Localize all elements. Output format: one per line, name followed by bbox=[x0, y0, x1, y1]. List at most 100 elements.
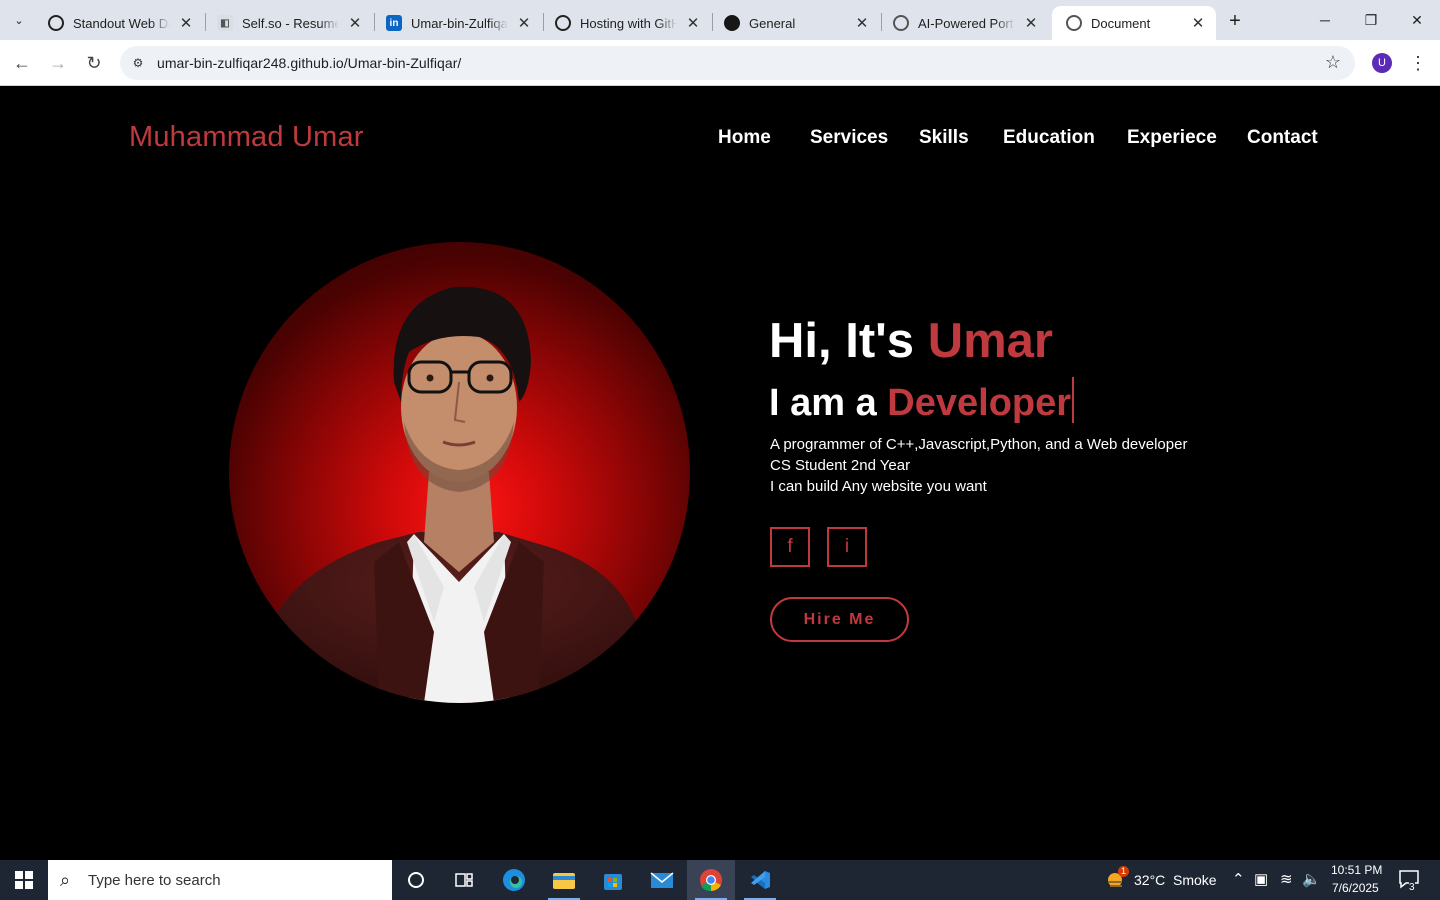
meet-now-icon[interactable]: ▣ bbox=[1254, 870, 1268, 888]
nav-home[interactable]: Home bbox=[718, 127, 771, 149]
facebook-icon: f bbox=[787, 536, 793, 557]
profile-photo bbox=[229, 242, 690, 703]
github-icon bbox=[724, 15, 740, 31]
tab-title: Standout Web Developer bbox=[73, 15, 170, 31]
chrome-icon[interactable] bbox=[687, 860, 735, 900]
instagram-link[interactable]: i bbox=[827, 527, 867, 567]
tab-ai-portfolio[interactable]: AI-Powered Portfolio ✕ bbox=[879, 6, 1049, 40]
nav-experience[interactable]: Experiece bbox=[1127, 127, 1217, 149]
selfso-icon: ◧ bbox=[217, 15, 233, 31]
task-view-icon[interactable] bbox=[440, 860, 488, 900]
tab-general[interactable]: General ✕ bbox=[710, 6, 880, 40]
close-tab-icon[interactable]: ✕ bbox=[1190, 15, 1206, 32]
cortana-icon[interactable] bbox=[392, 860, 440, 900]
instagram-icon: i bbox=[844, 536, 850, 557]
browser-menu-icon[interactable]: ⋮ bbox=[1408, 51, 1428, 75]
chevron-up-icon[interactable]: ⌃ bbox=[1232, 870, 1245, 888]
weather-badge: 1 bbox=[1118, 866, 1129, 877]
search-placeholder: Type here to search bbox=[88, 872, 221, 889]
profile-avatar[interactable]: U bbox=[1372, 53, 1392, 73]
forward-icon[interactable]: → bbox=[44, 49, 72, 77]
site-info-icon[interactable]: ⚙ bbox=[128, 53, 148, 73]
globe-icon bbox=[1066, 15, 1082, 31]
tab-title: Document bbox=[1091, 15, 1151, 31]
hero-description-line: A programmer of C++,Javascript,Python, a… bbox=[770, 436, 1188, 453]
tab-document[interactable]: Document ✕ bbox=[1052, 6, 1216, 40]
portrait-illustration bbox=[259, 286, 649, 703]
hero-description-line: I can build Any website you want bbox=[770, 478, 987, 495]
openai-icon bbox=[48, 15, 64, 31]
typing-caret bbox=[1072, 377, 1075, 423]
hero-description-line: CS Student 2nd Year bbox=[770, 457, 911, 474]
close-tab-icon[interactable]: ✕ bbox=[854, 15, 870, 32]
tab-title: Self.so - Resume to website bbox=[242, 15, 339, 31]
nav-education[interactable]: Education bbox=[1003, 127, 1095, 149]
cortana-circle-icon bbox=[408, 872, 424, 888]
search-icon: ⌕ bbox=[60, 870, 71, 890]
tab-linkedin[interactable]: in Umar-bin-Zulfiqar | LinkedIn ✕ bbox=[372, 6, 542, 40]
file-explorer-icon[interactable] bbox=[540, 860, 588, 900]
envelope-icon bbox=[650, 872, 674, 888]
nav-skills[interactable]: Skills bbox=[919, 127, 969, 149]
facebook-link[interactable]: f bbox=[770, 527, 810, 567]
tab-hosting-github-pages[interactable]: Hosting with GitHub Pages ✕ bbox=[541, 6, 711, 40]
tab-search-button[interactable]: ⌄ bbox=[6, 7, 32, 33]
vscode-icon[interactable] bbox=[736, 860, 784, 900]
minimize-icon[interactable]: ─ bbox=[1302, 0, 1348, 40]
task-view-glyph bbox=[455, 873, 473, 887]
mail-icon[interactable] bbox=[638, 860, 686, 900]
tab-strip: ⌄ Standout Web Developer ✕ ◧ Self.so - R… bbox=[0, 0, 1440, 40]
weather-temperature[interactable]: 32°C bbox=[1134, 872, 1165, 888]
tab-title: Umar-bin-Zulfiqar | LinkedIn bbox=[411, 15, 508, 31]
volume-icon[interactable]: 🔈 bbox=[1302, 870, 1321, 888]
folder-icon bbox=[553, 873, 575, 889]
tab-title: AI-Powered Portfolio bbox=[918, 15, 1015, 31]
windows-logo-icon bbox=[15, 871, 33, 889]
tab-standout-web-developer[interactable]: Standout Web Developer ✕ bbox=[34, 6, 204, 40]
close-tab-icon[interactable]: ✕ bbox=[516, 15, 532, 32]
start-button[interactable] bbox=[0, 860, 48, 900]
close-window-icon[interactable]: ✕ bbox=[1394, 0, 1440, 40]
back-icon[interactable]: ← bbox=[8, 49, 36, 77]
tab-selfso[interactable]: ◧ Self.so - Resume to website ✕ bbox=[203, 6, 373, 40]
typed-role: Developer bbox=[887, 382, 1072, 424]
taskbar-search[interactable]: ⌕ Type here to search bbox=[48, 860, 392, 900]
greeting-prefix: Hi, It's bbox=[769, 314, 928, 368]
close-tab-icon[interactable]: ✕ bbox=[347, 15, 363, 32]
linkedin-icon: in bbox=[386, 15, 402, 31]
tab-title: Hosting with GitHub Pages bbox=[580, 15, 677, 31]
close-tab-icon[interactable]: ✕ bbox=[685, 15, 701, 32]
wifi-icon[interactable]: ≋ bbox=[1280, 870, 1293, 888]
close-tab-icon[interactable]: ✕ bbox=[1023, 15, 1039, 32]
openai-icon bbox=[555, 15, 571, 31]
nav-services[interactable]: Services bbox=[810, 127, 888, 149]
edge-icon[interactable] bbox=[490, 860, 538, 900]
hire-me-button[interactable]: Hire Me bbox=[770, 597, 909, 642]
vscode-logo-icon bbox=[751, 871, 770, 889]
close-tab-icon[interactable]: ✕ bbox=[178, 15, 194, 32]
weather-description[interactable]: Smoke bbox=[1173, 872, 1217, 888]
hero-role: I am a Developer bbox=[769, 377, 1075, 425]
notification-count: 3 bbox=[1409, 882, 1415, 893]
store-bag-icon bbox=[604, 874, 622, 890]
bookmark-star-icon[interactable]: ☆ bbox=[1325, 52, 1341, 73]
address-bar[interactable]: ⚙ umar-bin-zulfiqar248.github.io/Umar-bi… bbox=[120, 46, 1355, 80]
portfolio-page: Muhammad Umar Home Services Skills Educa… bbox=[0, 87, 1440, 860]
store-icon[interactable] bbox=[589, 860, 637, 900]
clock-time[interactable]: 10:51 PM bbox=[1331, 863, 1382, 877]
role-prefix: I am a bbox=[769, 382, 888, 424]
hero-greeting: Hi, It's Umar bbox=[769, 313, 1053, 369]
reload-icon[interactable]: ↻ bbox=[80, 49, 108, 77]
url-text[interactable]: umar-bin-zulfiqar248.github.io/Umar-bin-… bbox=[157, 55, 461, 71]
site-logo[interactable]: Muhammad Umar bbox=[129, 121, 364, 154]
clock-date[interactable]: 7/6/2025 bbox=[1332, 881, 1379, 895]
restore-icon[interactable]: ❐ bbox=[1348, 0, 1394, 40]
nav-contact[interactable]: Contact bbox=[1247, 127, 1318, 149]
browser-toolbar: ← → ↻ ⚙ umar-bin-zulfiqar248.github.io/U… bbox=[0, 40, 1440, 86]
greeting-name: Umar bbox=[927, 314, 1053, 368]
windows-taskbar: ⌕ Type here to search 1 32°C Smoke ⌃ ▣ ≋… bbox=[0, 860, 1440, 900]
new-tab-button[interactable]: + bbox=[1222, 8, 1248, 34]
chrome-logo-icon bbox=[700, 869, 722, 892]
edge-logo-icon bbox=[503, 869, 525, 891]
globe-icon bbox=[893, 15, 909, 31]
